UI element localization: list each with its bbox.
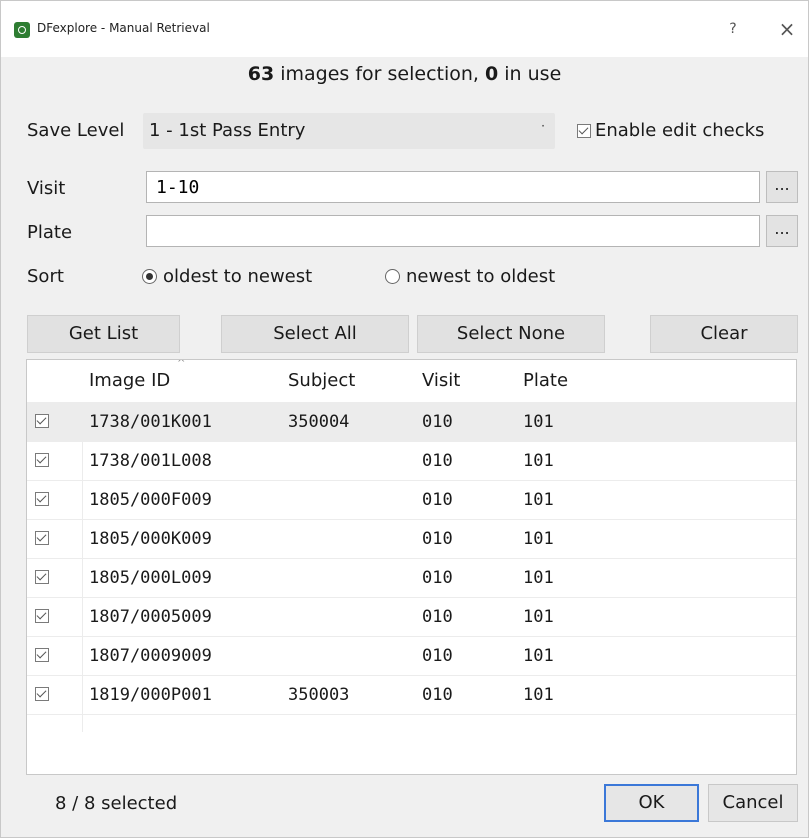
selection-status: 63 images for selection, 0 in use	[1, 63, 808, 85]
visit-cell: 010	[422, 451, 453, 471]
visit-cell: 010	[422, 412, 453, 432]
radio-selected-icon	[142, 269, 157, 284]
table-row[interactable]: 1805/000F009 010 101	[27, 480, 796, 520]
plate-cell: 101	[523, 685, 554, 705]
image-id-cell: 1805/000L009	[89, 568, 212, 588]
subject-cell: 350003	[288, 685, 350, 705]
dropdown-arrow-icon: ·	[541, 119, 545, 133]
sort-newest-label: newest to oldest	[406, 266, 556, 287]
visit-label: Visit	[27, 178, 66, 199]
plate-input[interactable]	[147, 216, 759, 246]
visit-cell: 010	[422, 685, 453, 705]
radio-unselected-icon	[385, 269, 400, 284]
visit-cell: 010	[422, 646, 453, 666]
table-row[interactable]: 1819/000P001 350003 010 101	[27, 675, 796, 715]
column-header-subject[interactable]: Subject	[288, 370, 355, 391]
image-id-cell: 1738/001L008	[89, 451, 212, 471]
close-button[interactable]: ×	[775, 17, 799, 41]
image-id-cell: 1819/000P001	[89, 685, 212, 705]
manual-retrieval-dialog: DFexplore - Manual Retrieval ? × 63 imag…	[0, 0, 809, 838]
visit-field-box	[146, 171, 760, 203]
image-id-cell: 1805/000F009	[89, 490, 212, 510]
image-id-cell: 1807/0009009	[89, 646, 212, 666]
title-bar: DFexplore - Manual Retrieval ? ×	[1, 1, 808, 57]
plate-cell: 101	[523, 607, 554, 627]
plate-cell: 101	[523, 412, 554, 432]
table-row[interactable]: 1805/000L009 010 101	[27, 558, 796, 598]
image-list-table[interactable]: ^ Image ID Subject Visit Plate 1738/001K…	[26, 359, 797, 775]
app-logo-icon	[14, 22, 30, 38]
column-header-visit[interactable]: Visit	[422, 370, 460, 391]
plate-cell: 101	[523, 451, 554, 471]
get-list-button[interactable]: Get List	[27, 315, 180, 353]
image-id-cell: 1807/0005009	[89, 607, 212, 627]
in-use-count: 0	[485, 63, 499, 85]
table-row[interactable]: 1807/0009009 010 101	[27, 636, 796, 676]
save-level-select[interactable]: 1 - 1st Pass Entry ·	[143, 113, 555, 149]
visit-cell: 010	[422, 529, 453, 549]
enable-edit-checks-checkbox[interactable]: Enable edit checks	[577, 120, 764, 141]
table-header: ^ Image ID Subject Visit Plate	[27, 360, 796, 403]
row-checkbox-icon[interactable]	[35, 453, 49, 467]
image-id-cell: 1738/001K001	[89, 412, 212, 432]
plate-cell: 101	[523, 646, 554, 666]
sort-ascending-icon: ^	[177, 359, 186, 369]
plate-cell: 101	[523, 529, 554, 549]
images-suffix: images for selection,	[274, 63, 485, 85]
window-title: DFexplore - Manual Retrieval	[37, 21, 210, 35]
select-all-button[interactable]: Select All	[221, 315, 409, 353]
plate-browse-button[interactable]: ...	[766, 215, 798, 247]
sort-label: Sort	[27, 266, 64, 287]
cancel-button[interactable]: Cancel	[708, 784, 798, 822]
row-checkbox-icon[interactable]	[35, 492, 49, 506]
visit-cell: 010	[422, 490, 453, 510]
plate-label: Plate	[27, 222, 73, 243]
image-id-cell: 1805/000K009	[89, 529, 212, 549]
select-none-button[interactable]: Select None	[417, 315, 605, 353]
table-row[interactable]: 1805/000K009 010 101	[27, 519, 796, 559]
row-checkbox-icon[interactable]	[35, 414, 49, 428]
plate-cell: 101	[523, 568, 554, 588]
in-use-suffix: in use	[498, 63, 562, 85]
sort-oldest-label: oldest to newest	[163, 266, 313, 287]
selected-count: 8 / 8 selected	[55, 793, 178, 814]
row-checkbox-icon[interactable]	[35, 687, 49, 701]
enable-edit-checks-label: Enable edit checks	[595, 120, 765, 141]
help-button[interactable]: ?	[721, 17, 745, 41]
row-checkbox-icon[interactable]	[35, 531, 49, 545]
column-header-plate[interactable]: Plate	[523, 370, 568, 391]
table-row[interactable]: 1738/001K001 350004 010 101	[27, 402, 796, 442]
subject-cell: 350004	[288, 412, 350, 432]
visit-cell: 010	[422, 607, 453, 627]
table-row[interactable]: 1738/001L008 010 101	[27, 441, 796, 481]
clear-button[interactable]: Clear	[650, 315, 798, 353]
row-checkbox-icon[interactable]	[35, 648, 49, 662]
save-level-value: 1 - 1st Pass Entry	[149, 120, 306, 141]
plate-field-box	[146, 215, 760, 247]
sort-newest-radio[interactable]: newest to oldest	[385, 266, 555, 287]
visit-browse-button[interactable]: ...	[766, 171, 798, 203]
table-row[interactable]: 1807/0005009 010 101	[27, 597, 796, 637]
row-checkbox-icon[interactable]	[35, 570, 49, 584]
sort-oldest-radio[interactable]: oldest to newest	[142, 266, 312, 287]
row-checkbox-icon[interactable]	[35, 609, 49, 623]
visit-input[interactable]	[147, 172, 759, 202]
visit-cell: 010	[422, 568, 453, 588]
plate-cell: 101	[523, 490, 554, 510]
ok-button[interactable]: OK	[604, 784, 699, 822]
images-count: 63	[247, 63, 275, 85]
column-header-image-id[interactable]: Image ID	[89, 370, 170, 391]
checkbox-checked-icon	[577, 123, 591, 138]
save-level-label: Save Level	[27, 120, 125, 141]
